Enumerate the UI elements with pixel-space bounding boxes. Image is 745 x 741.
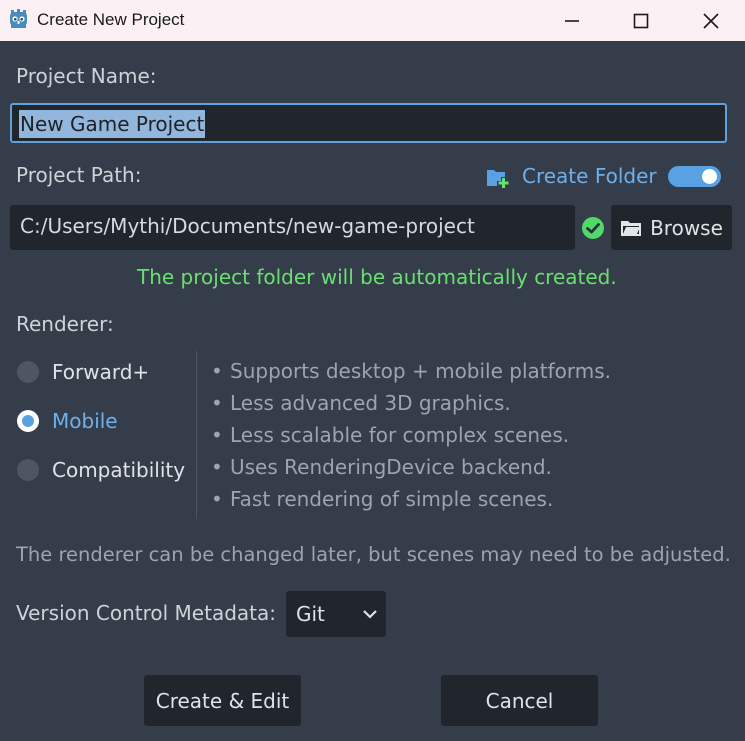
version-control-select[interactable]: Git [286,591,386,637]
close-icon [703,12,719,29]
renderer-feature: • Uses RenderingDevice backend. [211,455,552,479]
godot-logo-icon [10,9,27,28]
version-control-value: Git [296,602,325,626]
create-and-edit-button[interactable]: Create & Edit [144,675,301,726]
radio-button[interactable] [17,459,39,481]
project-path-value: C:/Users/Mythi/Documents/new-game-projec… [20,214,475,238]
create-folder-label[interactable]: Create Folder [522,164,657,188]
version-control-label: Version Control Metadata: [16,601,276,625]
radio-button[interactable] [17,361,39,383]
toggle-knob [702,169,717,184]
renderer-feature: • Fast rendering of simple scenes. [211,487,554,511]
create-folder-toggle[interactable] [668,166,721,187]
maximize-icon [633,13,649,28]
project-path-label: Project Path: [16,163,142,187]
path-status-message: The project folder will be automatically… [137,265,617,289]
project-path-input[interactable]: C:/Users/Mythi/Documents/new-game-projec… [10,205,575,250]
folder-add-icon [487,170,509,188]
renderer-note: The renderer can be changed later, but s… [16,543,731,566]
renderer-label: Renderer: [16,312,114,336]
browse-label: Browse [650,215,723,240]
check-circle-icon [582,217,604,239]
close-button[interactable] [676,0,745,41]
browse-button[interactable]: Browse [611,205,732,250]
renderer-option-label: Mobile [52,409,118,433]
radio-button-selected[interactable] [17,410,39,432]
create-and-edit-label: Create & Edit [155,688,290,713]
cancel-button[interactable]: Cancel [441,675,598,726]
renderer-feature: • Less advanced 3D graphics. [211,391,511,415]
renderer-feature: • Supports desktop + mobile platforms. [211,359,612,383]
maximize-button[interactable] [606,0,676,41]
renderer-option-label: Compatibility [52,458,186,482]
project-name-input[interactable]: New Game Project [10,103,727,143]
title-bar: Create New Project [0,0,745,41]
renderer-divider [196,351,197,519]
renderer-feature: • Less scalable for complex scenes. [211,423,570,447]
project-name-label: Project Name: [16,64,157,88]
minimize-button[interactable] [537,0,607,41]
chevron-down-icon [363,610,377,619]
renderer-option-label: Forward+ [52,360,150,384]
window-title: Create New Project [37,10,185,29]
minimize-icon [565,19,579,22]
folder-icon [621,220,642,236]
cancel-label: Cancel [485,688,554,713]
project-name-value: New Game Project [19,110,206,138]
